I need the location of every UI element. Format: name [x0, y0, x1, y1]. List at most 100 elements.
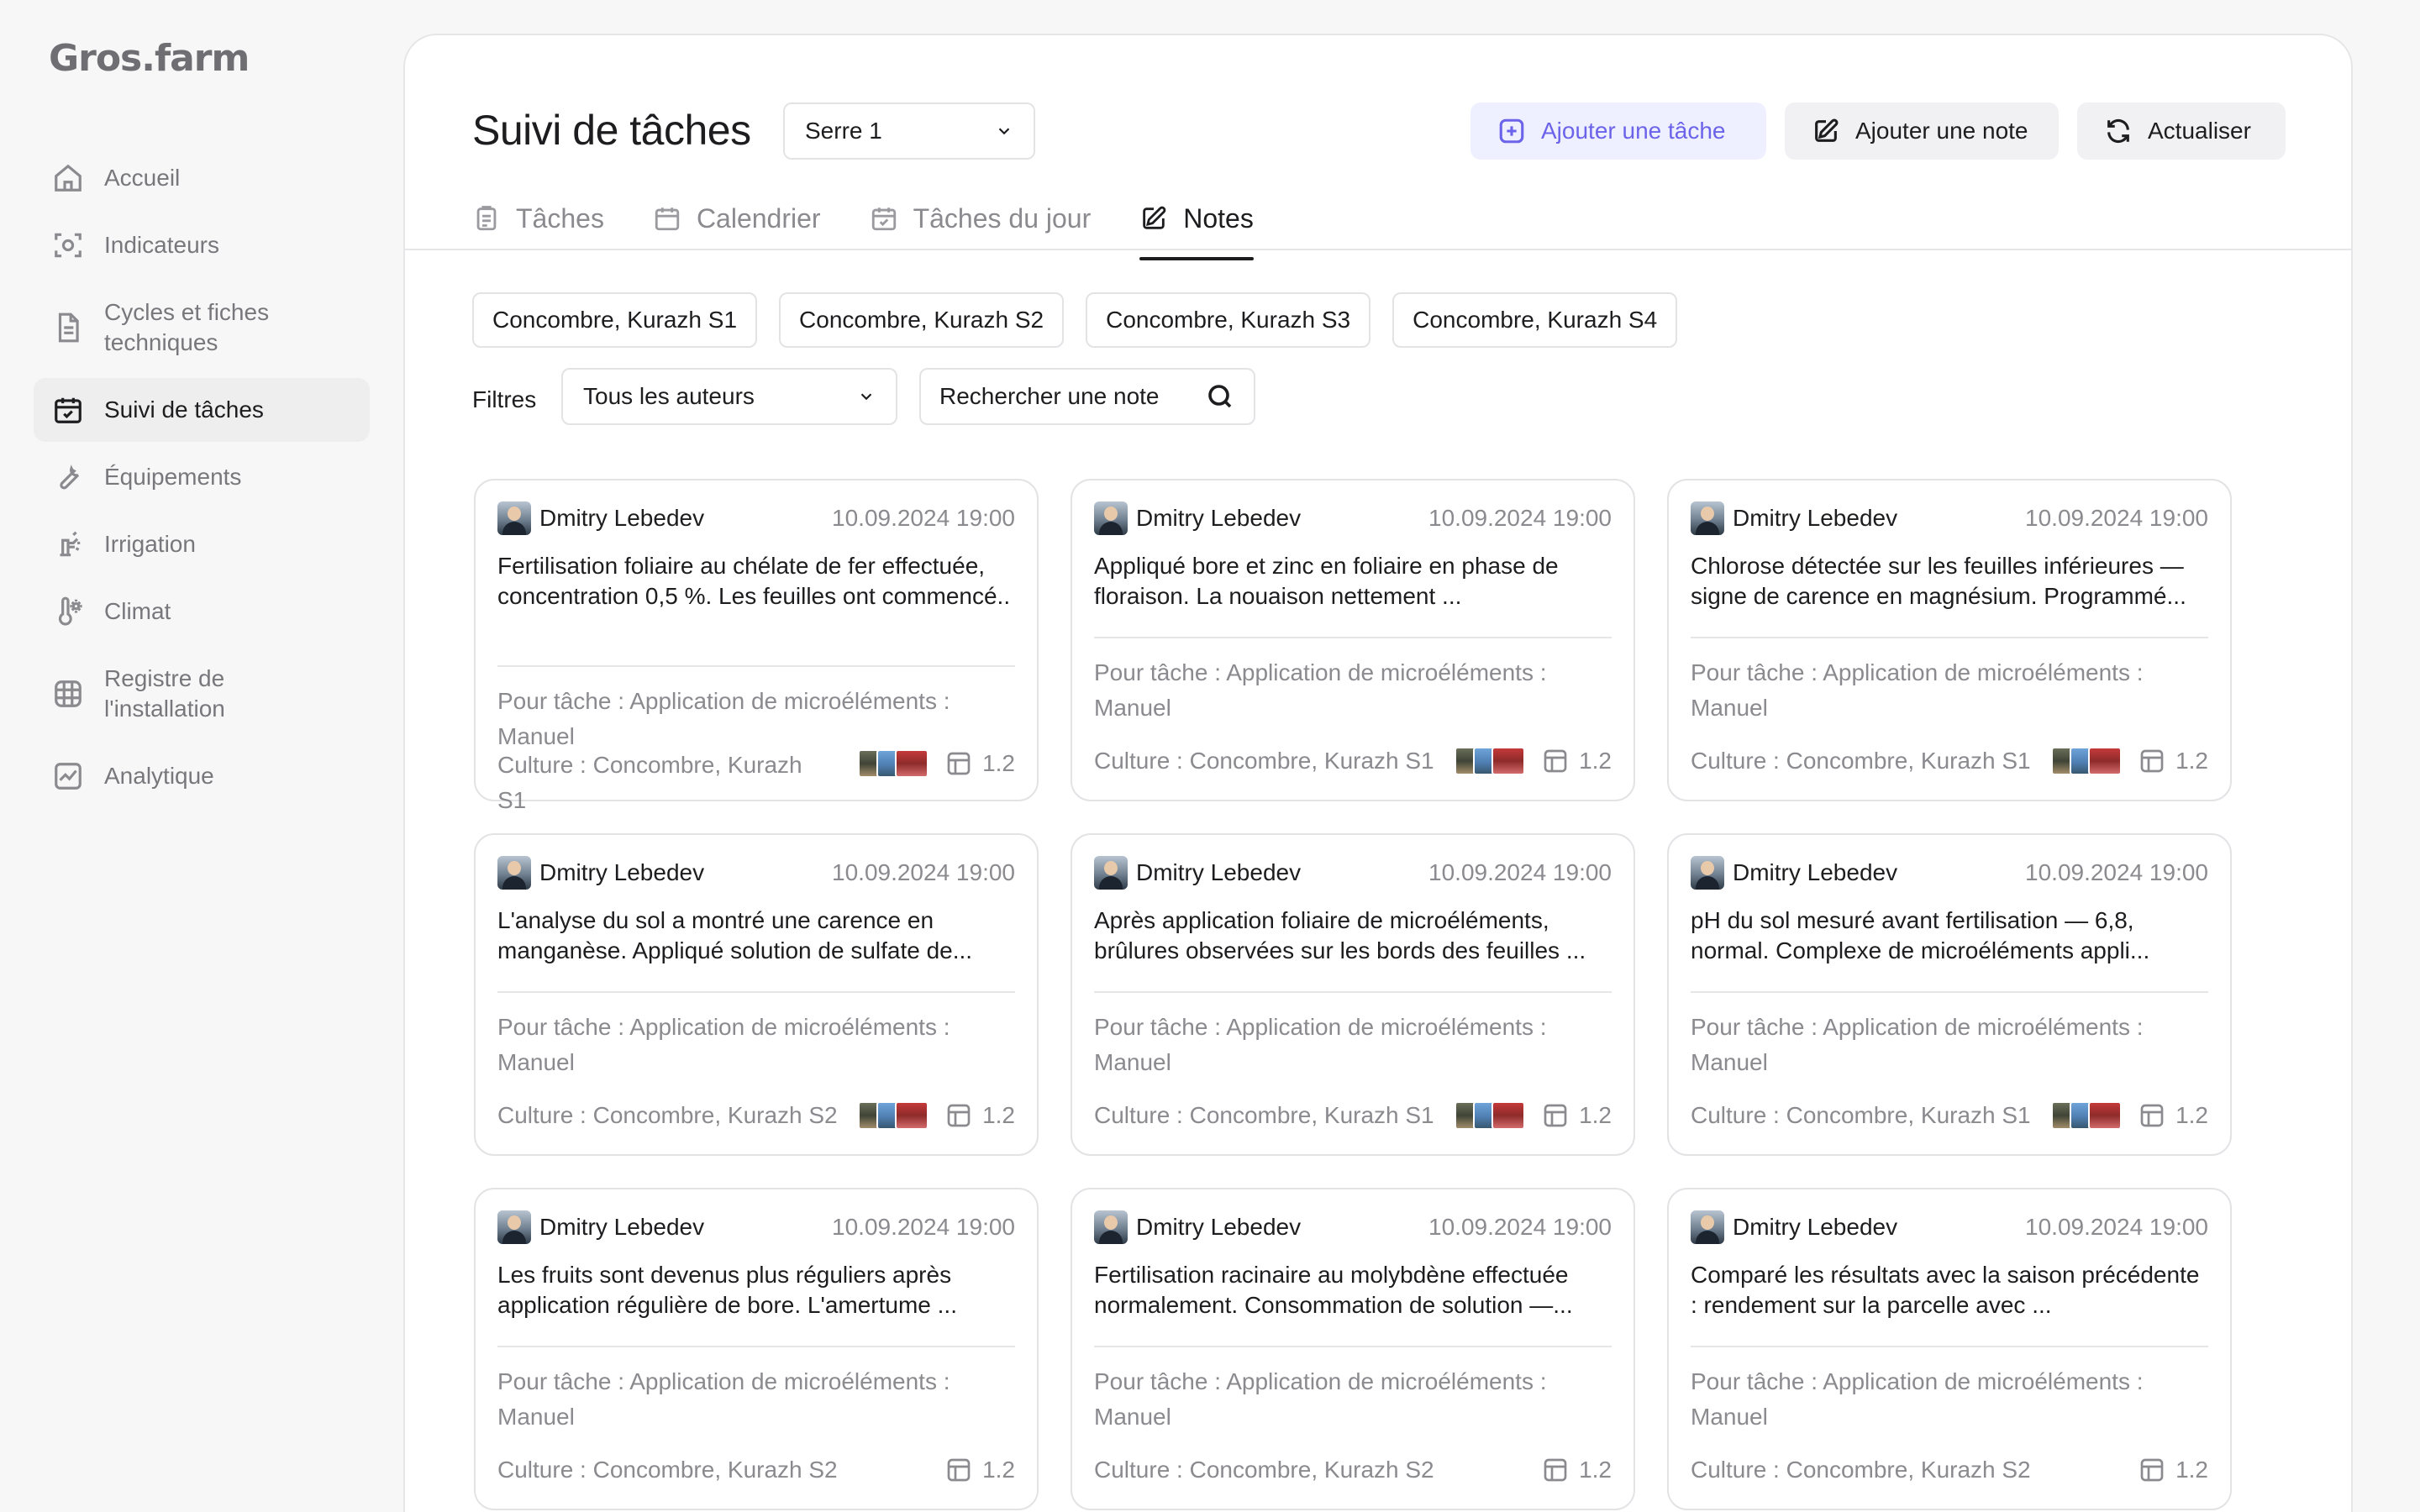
divider — [1691, 1346, 2208, 1347]
note-date: 10.09.2024 19:00 — [1428, 505, 1612, 531]
avatar — [1691, 856, 1724, 890]
divider — [1094, 1346, 1612, 1347]
note-task[interactable]: Pour tâche : Application de microélément… — [497, 684, 1015, 754]
document-icon — [52, 312, 84, 344]
note-card[interactable]: Dmitry Lebedev 10.09.2024 19:00 Chlorose… — [1667, 479, 2232, 801]
note-author: Dmitry Lebedev — [1733, 505, 1898, 531]
note-culture: Culture : Concombre, Kurazh S1 — [1691, 1102, 2031, 1128]
divider — [1094, 991, 1612, 993]
refresh-label: Actualiser — [2148, 118, 2251, 144]
note-text: Fertilisation foliaire au chélate de fer… — [497, 553, 1011, 609]
sidebar-item-label: Cycles et fiches techniques — [104, 299, 270, 355]
note-task[interactable]: Pour tâche : Application de microélément… — [497, 1364, 1015, 1435]
tab-taches[interactable]: Tâches — [472, 195, 604, 242]
sidebar-item-equipements[interactable]: Équipements — [34, 445, 370, 509]
note-version: 1.2 — [982, 750, 1015, 776]
culture-chip[interactable]: Concombre, Kurazh S3 — [1086, 292, 1371, 348]
edit-icon — [1815, 118, 1839, 142]
note-card[interactable]: Dmitry Lebedev 10.09.2024 19:00 Comparé … — [1667, 1188, 2232, 1510]
search-input[interactable] — [939, 383, 1192, 410]
author-select[interactable]: Tous les auteurs — [561, 368, 897, 425]
note-text: Chlorose détectée sur les feuilles infér… — [1691, 553, 2186, 609]
photo-thumbnails[interactable] — [2051, 747, 2123, 775]
note-task[interactable]: Pour tâche : Application de microélément… — [1691, 1364, 2208, 1435]
calendar-day-icon — [871, 207, 896, 231]
note-culture: Culture : Concombre, Kurazh S2 — [1691, 1457, 2031, 1483]
photo-thumbnails[interactable] — [858, 1101, 929, 1130]
tab-label: Notes — [1183, 202, 1254, 234]
refresh-button[interactable]: Actualiser — [2077, 102, 2286, 160]
sidebar-item-indicateurs[interactable]: Indicateurs — [34, 213, 370, 277]
note-card[interactable]: Dmitry Lebedev 10.09.2024 19:00 Fertilis… — [474, 479, 1039, 813]
edit-note-icon — [1143, 206, 1166, 229]
tab-calendrier[interactable]: Calendrier — [653, 195, 821, 242]
note-card[interactable]: Dmitry Lebedev 10.09.2024 19:00 L'analys… — [474, 833, 1039, 1156]
note-search[interactable] — [919, 368, 1255, 425]
note-task[interactable]: Pour tâche : Application de microélément… — [1094, 1010, 1612, 1080]
note-text: Comparé les résultats avec la saison pré… — [1691, 1262, 2200, 1318]
layout-icon — [945, 1102, 982, 1129]
note-author: Dmitry Lebedev — [1733, 859, 1898, 885]
grid-icon — [52, 678, 84, 710]
note-task[interactable]: Pour tâche : Application de microélément… — [1094, 1364, 1612, 1435]
culture-chip[interactable]: Concombre, Kurazh S4 — [1392, 292, 1678, 348]
main-panel: Suivi de tâches Serre 1 Ajouter une tâch… — [403, 34, 2353, 1512]
note-task[interactable]: Pour tâche : Application de microélément… — [1691, 655, 2208, 726]
note-task[interactable]: Pour tâche : Application de microélément… — [1094, 655, 1612, 726]
photo-thumbnails[interactable] — [2051, 1101, 2123, 1130]
culture-chip[interactable]: Concombre, Kurazh S1 — [472, 292, 758, 348]
sidebar-item-registre[interactable]: Registre de l'installation — [34, 647, 370, 741]
note-date: 10.09.2024 19:00 — [1428, 1214, 1612, 1240]
photo-thumbnails[interactable] — [858, 749, 929, 778]
note-culture: Culture : Concombre, Kurazh S2 — [497, 1102, 838, 1128]
divider — [497, 665, 1015, 667]
note-card[interactable]: Dmitry Lebedev 10.09.2024 19:00 Fertilis… — [1071, 1188, 1635, 1510]
sidebar-item-climat[interactable]: Climat — [34, 580, 370, 643]
divider — [1691, 637, 2208, 638]
note-version: 1.2 — [982, 1102, 1015, 1128]
note-text: L'analyse du sol a montré une carence en… — [497, 907, 973, 963]
note-task[interactable]: Pour tâche : Application de microélément… — [1691, 1010, 2208, 1080]
add-task-button[interactable]: Ajouter une tâche — [1470, 102, 1766, 160]
tab-label: Calendrier — [696, 202, 821, 234]
chevron-down-icon — [857, 387, 876, 406]
page-title: Suivi de tâches — [472, 107, 751, 154]
sidebar-item-accueil[interactable]: Accueil — [34, 146, 370, 210]
divider — [1094, 637, 1612, 638]
note-author: Dmitry Lebedev — [1733, 1214, 1898, 1240]
greenhouse-select[interactable]: Serre 1 — [783, 102, 1035, 160]
add-task-label: Ajouter une tâche — [1541, 118, 1726, 144]
photo-thumbnails[interactable] — [1455, 747, 1526, 775]
avatar — [1094, 501, 1128, 535]
sidebar-item-cycles[interactable]: Cycles et fiches techniques — [34, 281, 370, 375]
search-icon[interactable] — [1205, 381, 1235, 412]
thermometer-sun-icon — [52, 596, 84, 627]
add-note-button[interactable]: Ajouter une note — [1785, 102, 2059, 160]
sidebar-item-label: Analytique — [104, 763, 214, 789]
note-task[interactable]: Pour tâche : Application de microélément… — [497, 1010, 1015, 1080]
layout-icon — [945, 750, 982, 777]
sidebar-item-label: Registre de l'installation — [104, 665, 225, 722]
note-card[interactable]: Dmitry Lebedev 10.09.2024 19:00 Appliqué… — [1071, 479, 1635, 801]
app-logo[interactable]: Gros.farm — [49, 37, 250, 80]
note-text: Appliqué bore et zinc en foliaire en pha… — [1094, 553, 1559, 609]
note-date: 10.09.2024 19:00 — [832, 1214, 1015, 1240]
note-card[interactable]: Dmitry Lebedev 10.09.2024 19:00 Les frui… — [474, 1188, 1039, 1510]
photo-thumbnails[interactable] — [1455, 1101, 1526, 1130]
note-card[interactable]: Dmitry Lebedev 10.09.2024 19:00 Après ap… — [1071, 833, 1635, 1156]
filters-label: Filtres — [472, 386, 537, 412]
note-text: Les fruits sont devenus plus réguliers a… — [497, 1262, 957, 1318]
sidebar-item-suivi-de-taches[interactable]: Suivi de tâches — [34, 378, 370, 442]
tab-taches-du-jour[interactable]: Tâches du jour — [870, 195, 1091, 242]
culture-chip[interactable]: Concombre, Kurazh S2 — [779, 292, 1065, 348]
note-card[interactable]: Dmitry Lebedev 10.09.2024 19:00 pH du so… — [1667, 833, 2232, 1156]
sidebar-item-irrigation[interactable]: Irrigation — [34, 512, 370, 576]
calendar-check-icon — [52, 394, 84, 426]
note-version: 1.2 — [1579, 1457, 1612, 1483]
note-version: 1.2 — [2175, 748, 2208, 774]
avatar — [1094, 856, 1128, 890]
calendar-icon — [655, 207, 680, 231]
tab-notes[interactable]: Notes — [1139, 195, 1254, 260]
sidebar-item-analytique[interactable]: Analytique — [34, 744, 370, 808]
note-culture: Culture : Concombre, Kurazh S1 — [497, 752, 802, 813]
